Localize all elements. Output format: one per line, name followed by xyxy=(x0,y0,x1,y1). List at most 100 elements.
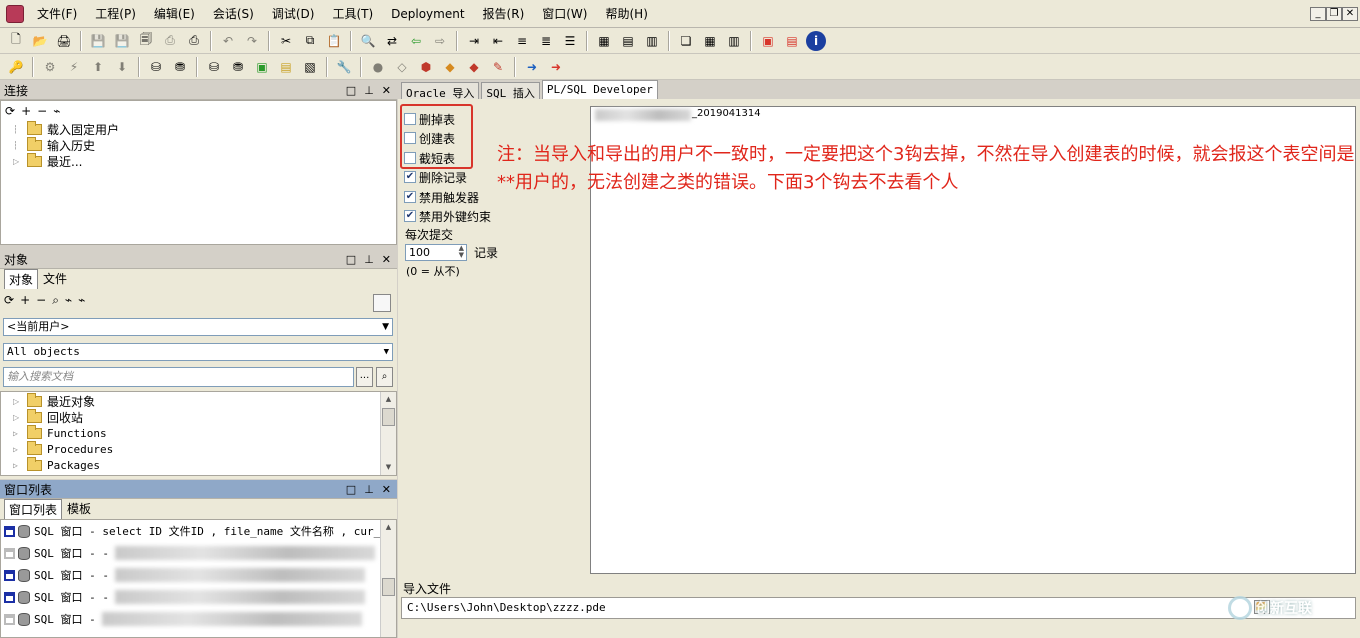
list-item[interactable]: SQL 窗口 - - xyxy=(1,564,396,586)
tree-item[interactable]: ▷ 回收站 xyxy=(1,408,396,425)
list-item[interactable]: SQL 窗口 - select ID 文件ID , file_name 文件名称… xyxy=(1,520,396,542)
tile-horizontal-icon[interactable]: ▤ xyxy=(618,31,638,51)
columns-icon[interactable]: ▥ xyxy=(724,31,744,51)
compile-icon[interactable]: ◆ xyxy=(440,57,460,77)
sql-window-icon[interactable]: ⛃ xyxy=(170,57,190,77)
info-icon[interactable]: i xyxy=(806,30,826,51)
stop-icon[interactable]: ⬢ xyxy=(416,57,436,77)
user-select[interactable]: <当前用户> ▼ xyxy=(3,318,393,336)
grid-icon[interactable]: ▦ xyxy=(700,31,720,51)
tab-sql-insert[interactable]: SQL 插入 xyxy=(481,82,540,100)
tile-vertical-icon[interactable]: ▥ xyxy=(642,31,662,51)
disable-triggers-checkbox[interactable]: ✔ xyxy=(404,191,416,203)
save-icon[interactable]: 💾 xyxy=(88,31,108,51)
panel-pin-icon[interactable]: ⊥ xyxy=(364,81,374,100)
expand-icon[interactable]: ▷ xyxy=(13,397,21,406)
undo-icon[interactable]: ↶ xyxy=(218,31,238,51)
tab-oracle-import[interactable]: Oracle 导入 xyxy=(401,82,480,100)
tree-item[interactable]: ┆ 载入固定用户 xyxy=(1,120,396,137)
menu-reports[interactable]: 报告(R) xyxy=(474,0,534,28)
query-builder-icon[interactable]: ▣ xyxy=(252,57,272,77)
cut-icon[interactable]: ✂ xyxy=(276,31,296,51)
copy-icon[interactable]: ⧉ xyxy=(300,31,320,51)
arrow-right-red-icon[interactable]: ➜ xyxy=(546,57,566,77)
color-button[interactable] xyxy=(373,294,391,312)
command-window-icon[interactable]: ⛁ xyxy=(204,57,224,77)
bug-icon[interactable]: ✎ xyxy=(488,57,508,77)
scroll-up-icon[interactable]: ▲ xyxy=(381,392,396,407)
tree-item[interactable]: ▷ 最近... xyxy=(1,152,396,169)
new-icon[interactable]: 🗋 xyxy=(6,31,26,51)
test-window-icon[interactable]: ▧ xyxy=(300,57,320,77)
menu-tools[interactable]: 工具(T) xyxy=(323,0,382,28)
tile-icon[interactable]: ▦ xyxy=(594,31,614,51)
remove-icon[interactable]: − xyxy=(37,104,47,118)
menu-window[interactable]: 窗口(W) xyxy=(533,0,596,28)
panel-float-icon[interactable]: □ xyxy=(346,250,356,269)
save-all-icon[interactable]: 🗐 xyxy=(136,31,156,51)
eraser-icon[interactable]: ◇ xyxy=(392,57,412,77)
refresh-icon[interactable]: ⟳ xyxy=(5,104,15,118)
replace-icon[interactable]: ⇄ xyxy=(382,31,402,51)
restore-icon[interactable]: ❐ xyxy=(1326,7,1342,21)
scroll-up-icon[interactable]: ▲ xyxy=(381,520,396,535)
key-icon[interactable]: 🔑 xyxy=(6,57,26,77)
panel-pin-icon[interactable]: ⊥ xyxy=(364,250,374,269)
tab-templates[interactable]: 模板 xyxy=(62,498,96,519)
close-icon[interactable]: ✕ xyxy=(1342,7,1358,21)
disable-triggers-option[interactable]: ✔ 禁用触发器 xyxy=(404,188,479,206)
open-icon[interactable]: 📂 xyxy=(30,31,50,51)
expand-icon[interactable]: ▷ xyxy=(13,413,21,422)
scroll-thumb[interactable] xyxy=(382,578,395,596)
menu-deployment[interactable]: Deployment xyxy=(382,0,473,28)
spinner-arrows-icon[interactable]: ▲ ▼ xyxy=(459,245,464,259)
import-file-input[interactable]: C:\Users\John\Desktop\zzzz.pde xyxy=(401,597,1356,619)
save-as-icon[interactable]: 💾 xyxy=(112,31,132,51)
list-item[interactable]: SQL 窗口 - - xyxy=(1,542,396,564)
panel-float-icon[interactable]: □ xyxy=(346,81,356,100)
commit-spinner[interactable]: 100 ▲ ▼ xyxy=(405,244,467,261)
gear-icon[interactable]: ⚙ xyxy=(40,57,60,77)
find-icon[interactable]: 🔍 xyxy=(358,31,378,51)
comment-icon[interactable]: ≡ xyxy=(512,31,532,51)
run-icon[interactable]: ● xyxy=(368,57,388,77)
panel-close-icon[interactable]: ✕ xyxy=(382,250,391,269)
connect-icon[interactable]: ⌁ xyxy=(53,104,60,118)
tree-item[interactable]: ▷ 最近对象 xyxy=(1,392,396,409)
scroll-down-icon[interactable]: ▼ xyxy=(381,460,396,475)
search-input[interactable]: 输入搜索文档 xyxy=(3,367,354,387)
redo-icon[interactable]: ↷ xyxy=(242,31,262,51)
menu-session[interactable]: 会话(S) xyxy=(204,0,263,28)
minimize-icon[interactable]: _ xyxy=(1310,7,1326,21)
tree-item[interactable]: ▷ Procedures xyxy=(1,440,396,457)
expand-icon[interactable]: ▷ xyxy=(13,445,21,454)
panel-pin-icon[interactable]: ⊥ xyxy=(364,480,374,499)
break-icon[interactable]: ⚡ xyxy=(64,57,84,77)
connect-icon[interactable]: ⌁ xyxy=(78,293,85,307)
search-go-icon[interactable]: ⌕ xyxy=(376,367,393,387)
search-options-button[interactable]: ... xyxy=(356,367,373,387)
panel-float-icon[interactable]: □ xyxy=(346,480,356,499)
explain-plan-icon[interactable]: ⛃ xyxy=(228,57,248,77)
expand-icon[interactable]: ▷ xyxy=(13,157,21,166)
tab-plsql-developer[interactable]: PL/SQL Developer xyxy=(541,80,658,99)
panel-close-icon[interactable]: ✕ xyxy=(382,81,391,100)
remove-icon[interactable]: − xyxy=(36,293,46,307)
disable-fk-checkbox[interactable]: ✔ xyxy=(404,210,416,222)
filter-icon[interactable]: ⌁ xyxy=(65,293,72,307)
menu-file[interactable]: 文件(F) xyxy=(28,0,86,28)
rollback-icon[interactable]: ⬇ xyxy=(112,57,132,77)
indent-icon[interactable]: ⇥ xyxy=(464,31,484,51)
print-preview-icon[interactable]: ⎙ xyxy=(184,31,204,51)
tree-item[interactable]: ▷ Functions xyxy=(1,424,396,441)
tab-window-list[interactable]: 窗口列表 xyxy=(4,499,63,519)
database-icon[interactable]: ⛁ xyxy=(146,57,166,77)
tree-item[interactable]: ▷ Packages xyxy=(1,456,396,473)
format-icon[interactable]: ☰ xyxy=(560,31,580,51)
tree-item[interactable]: ┆ 输入历史 xyxy=(1,136,396,153)
menu-debug[interactable]: 调试(D) xyxy=(263,0,324,28)
oracle-icon[interactable]: ▣ xyxy=(758,31,778,51)
add-icon[interactable]: + xyxy=(20,293,30,307)
print-setup-icon[interactable]: 🖨 xyxy=(54,31,74,51)
arrow-right-blue-icon[interactable]: ➜ xyxy=(522,57,542,77)
